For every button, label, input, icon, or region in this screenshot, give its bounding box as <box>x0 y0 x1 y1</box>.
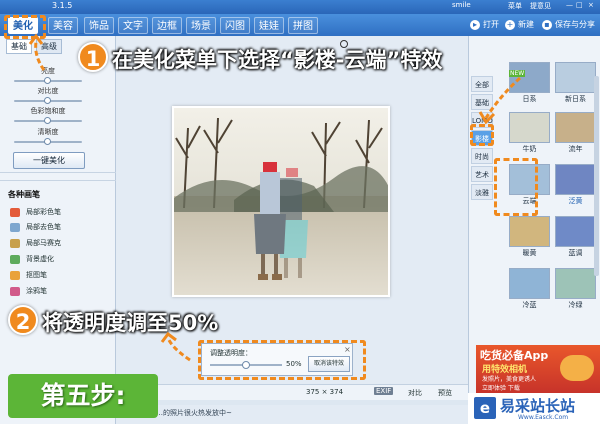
annotation-arrows <box>28 33 522 362</box>
arrow-to-studio <box>484 76 522 119</box>
arrow-to-opacity <box>166 337 191 362</box>
arrow-head <box>28 33 44 45</box>
arrow-to-beautify <box>34 41 46 71</box>
